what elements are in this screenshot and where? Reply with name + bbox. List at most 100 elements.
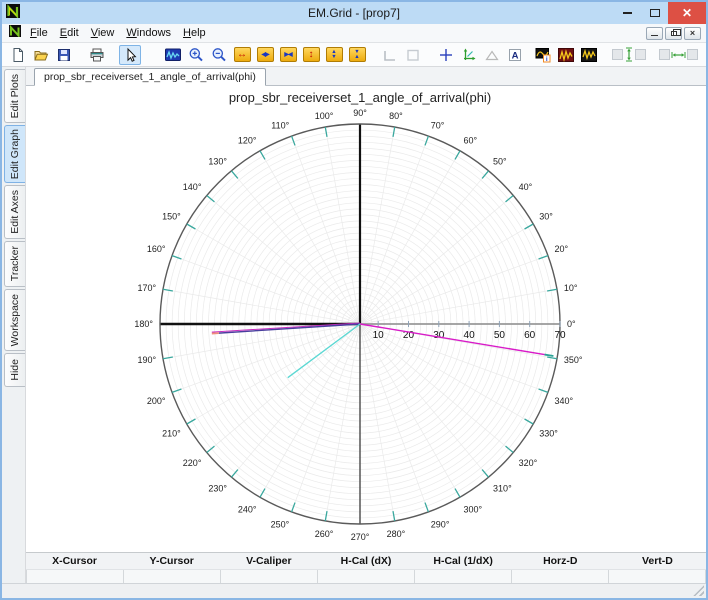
- sidebar-tab-edit-graph[interactable]: Edit Graph: [4, 125, 25, 183]
- tracker-column-header: Horz-D: [512, 555, 609, 567]
- sidebar-tab-edit-plots[interactable]: Edit Plots: [4, 69, 25, 123]
- sidebar-tab-label: Workspace: [9, 294, 21, 346]
- svg-text:60: 60: [524, 330, 536, 341]
- print-button[interactable]: [86, 45, 108, 65]
- tracker-value-cell: [415, 570, 512, 583]
- select-cursor-icon: [122, 47, 138, 63]
- svg-text:200°: 200°: [147, 396, 166, 406]
- tracker-value-cell: [26, 570, 124, 583]
- svg-text:60°: 60°: [464, 136, 478, 146]
- svg-text:50: 50: [494, 330, 506, 341]
- child-close-button[interactable]: ×: [684, 27, 701, 40]
- tracker-value-cell: [124, 570, 221, 583]
- svg-text:i: i: [546, 55, 548, 62]
- zoom-out-icon: [211, 47, 227, 63]
- sidebar-tab-workspace[interactable]: Workspace: [4, 289, 25, 351]
- plot-style-dark-red-button[interactable]: [555, 45, 577, 65]
- slope-tool-button[interactable]: [481, 45, 503, 65]
- svg-text:80°: 80°: [389, 111, 403, 121]
- new-document-button[interactable]: [7, 45, 29, 65]
- svg-text:320°: 320°: [519, 458, 538, 468]
- app-logo-icon: [6, 4, 20, 23]
- print-icon: [89, 47, 105, 63]
- save-button[interactable]: [53, 45, 75, 65]
- sidebar-tab-edit-axes[interactable]: Edit Axes: [4, 185, 25, 239]
- frame-1-button[interactable]: [379, 45, 401, 65]
- expand-y-icon: ↕: [309, 50, 314, 60]
- svg-text:0°: 0°: [567, 319, 576, 329]
- tracker-value-cell: [609, 570, 706, 583]
- svg-text:120°: 120°: [238, 136, 257, 146]
- tracker-value-cell: [318, 570, 415, 583]
- minimize-button[interactable]: [614, 2, 641, 24]
- compress-y-button[interactable]: ▼▲: [346, 45, 368, 65]
- select-cursor-button[interactable]: [119, 45, 141, 65]
- vertical-fit-group-button[interactable]: [611, 47, 647, 62]
- tracker-column-header: X-Cursor: [26, 555, 123, 567]
- tracker-header-row: X-Cursor Y-Cursor V-Caliper H-Cal (dX) H…: [26, 553, 706, 569]
- frame-icon: [659, 49, 670, 60]
- sidebar-tab-hide[interactable]: Hide: [4, 353, 25, 387]
- svg-text:240°: 240°: [238, 504, 257, 514]
- close-icon: ×: [690, 29, 695, 38]
- svg-text:20°: 20°: [555, 244, 569, 254]
- document-tab[interactable]: prop_sbr_receiverset_1_angle_of_arrival(…: [34, 68, 266, 86]
- child-minimize-button[interactable]: [646, 27, 663, 40]
- crosshair-button[interactable]: [435, 45, 457, 65]
- resize-grip-icon[interactable]: [693, 585, 704, 596]
- horizontal-fit-group-button[interactable]: [658, 49, 699, 60]
- frame-icon: [405, 47, 421, 63]
- polar-plot: 0°10°20°30°40°50°60°70°80°90°100°110°120…: [26, 86, 706, 554]
- menu-file[interactable]: File: [24, 26, 54, 40]
- svg-text:150°: 150°: [162, 212, 181, 222]
- shrink-y-icon: ▲▼: [331, 50, 336, 59]
- maximize-button[interactable]: [641, 2, 668, 24]
- svg-text:40°: 40°: [519, 182, 533, 192]
- tracker-column-header: Vert-D: [609, 555, 706, 567]
- close-button[interactable]: ✕: [668, 2, 706, 24]
- svg-text:230°: 230°: [208, 484, 227, 494]
- title-bar: EM.Grid - [prop7] ✕: [2, 2, 706, 24]
- svg-text:160°: 160°: [147, 244, 166, 254]
- sidebar-tab-label: Hide: [9, 359, 21, 381]
- expand-x-icon: ↔: [237, 50, 247, 60]
- menu-help[interactable]: Help: [177, 26, 212, 40]
- zoom-out-button[interactable]: [208, 45, 230, 65]
- axes-tool-icon: [461, 47, 477, 63]
- horizontal-fit-icon: [671, 50, 686, 60]
- shrink-y-button[interactable]: ▲▼: [323, 45, 345, 65]
- compress-y-icon: ▼▲: [354, 50, 359, 59]
- svg-text:50°: 50°: [493, 156, 507, 166]
- menu-windows[interactable]: Windows: [120, 26, 177, 40]
- axes-tool-button[interactable]: [458, 45, 480, 65]
- sidebar-tab-label: Tracker: [9, 246, 21, 281]
- menu-bar: File Edit View Windows Help ×: [2, 24, 706, 43]
- zoom-in-button[interactable]: [185, 45, 207, 65]
- frame-2-button[interactable]: [402, 45, 424, 65]
- open-file-button[interactable]: [30, 45, 52, 65]
- compress-x-button[interactable]: ▶◀: [277, 45, 299, 65]
- svg-text:30°: 30°: [539, 212, 553, 222]
- expand-x-button[interactable]: ↔: [231, 45, 253, 65]
- svg-text:40: 40: [464, 330, 476, 341]
- plot-canvas[interactable]: 0°10°20°30°40°50°60°70°80°90°100°110°120…: [26, 86, 706, 552]
- shrink-x-button[interactable]: ◀▶: [254, 45, 276, 65]
- shrink-x-icon: ◀▶: [261, 52, 268, 58]
- frame-icon: [382, 47, 398, 63]
- zoom-region-button[interactable]: [162, 45, 184, 65]
- compress-x-icon: ▶◀: [284, 52, 291, 58]
- app-window: EM.Grid - [prop7] ✕ File Edit View Windo…: [0, 0, 708, 600]
- plot-style-black-button[interactable]: [578, 45, 600, 65]
- plot-black-icon: [581, 47, 597, 63]
- image-info-button[interactable]: i: [532, 45, 554, 65]
- text-annotation-button[interactable]: A: [504, 45, 526, 65]
- plot-dark-red-icon: [558, 47, 574, 63]
- sidebar-tab-tracker[interactable]: Tracker: [4, 241, 25, 287]
- vertical-fit-icon: [624, 47, 634, 62]
- menu-view[interactable]: View: [85, 26, 121, 40]
- menu-edit[interactable]: Edit: [54, 26, 85, 40]
- svg-text:270°: 270°: [351, 532, 370, 542]
- expand-y-button[interactable]: ↕: [300, 45, 322, 65]
- tracker-column-header: H-Cal (1/dX): [415, 555, 512, 567]
- child-restore-button[interactable]: [665, 27, 682, 40]
